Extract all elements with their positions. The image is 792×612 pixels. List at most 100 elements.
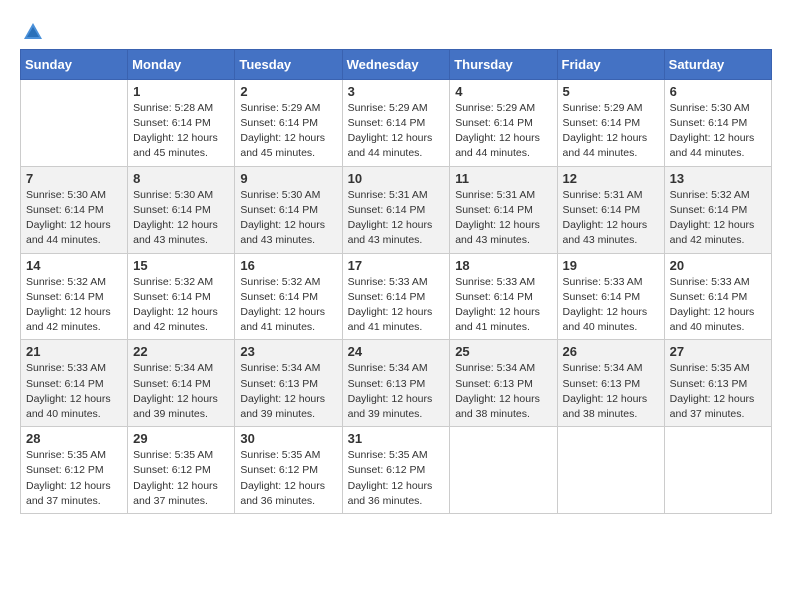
calendar-cell: 3 Sunrise: 5:29 AM Sunset: 6:14 PM Daylig…	[342, 79, 450, 166]
day-number: 15	[133, 258, 229, 273]
day-info: Sunrise: 5:35 AM Sunset: 6:12 PM Dayligh…	[133, 448, 229, 509]
day-info: Sunrise: 5:32 AM Sunset: 6:14 PM Dayligh…	[133, 275, 229, 336]
day-number: 25	[455, 344, 551, 359]
day-number: 29	[133, 431, 229, 446]
calendar-table: SundayMondayTuesdayWednesdayThursdayFrid…	[20, 49, 772, 514]
day-number: 22	[133, 344, 229, 359]
day-info: Sunrise: 5:29 AM Sunset: 6:14 PM Dayligh…	[455, 101, 551, 162]
calendar-cell	[21, 79, 128, 166]
day-number: 2	[240, 84, 336, 99]
day-number: 14	[26, 258, 122, 273]
day-number: 16	[240, 258, 336, 273]
day-number: 3	[348, 84, 445, 99]
day-info: Sunrise: 5:33 AM Sunset: 6:14 PM Dayligh…	[348, 275, 445, 336]
calendar-cell	[664, 427, 771, 514]
day-number: 9	[240, 171, 336, 186]
day-number: 11	[455, 171, 551, 186]
day-number: 17	[348, 258, 445, 273]
calendar-cell: 11Sunrise: 5:31 AM Sunset: 6:14 PM Dayli…	[450, 166, 557, 253]
day-info: Sunrise: 5:35 AM Sunset: 6:12 PM Dayligh…	[240, 448, 336, 509]
day-number: 27	[670, 344, 766, 359]
day-number: 30	[240, 431, 336, 446]
header-wednesday: Wednesday	[342, 49, 450, 79]
calendar-cell: 24Sunrise: 5:34 AM Sunset: 6:13 PM Dayli…	[342, 340, 450, 427]
calendar-cell: 28 Sunrise: 5:35 AM Sunset: 6:12 PM Dayli…	[21, 427, 128, 514]
day-info: Sunrise: 5:30 AM Sunset: 6:14 PM Dayligh…	[26, 188, 122, 249]
day-info: Sunrise: 5:32 AM Sunset: 6:14 PM Dayligh…	[26, 275, 122, 336]
calendar-cell: 15 Sunrise: 5:32 AM Sunset: 6:14 PM Dayli…	[128, 253, 235, 340]
day-info: Sunrise: 5:34 AM Sunset: 6:13 PM Dayligh…	[240, 361, 336, 422]
day-number: 20	[670, 258, 766, 273]
calendar-cell: 18 Sunrise: 5:33 AM Sunset: 6:14 PM Dayli…	[450, 253, 557, 340]
day-number: 10	[348, 171, 445, 186]
day-number: 13	[670, 171, 766, 186]
day-info: Sunrise: 5:31 AM Sunset: 6:14 PM Dayligh…	[563, 188, 659, 249]
calendar-cell: 22 Sunrise: 5:34 AM Sunset: 6:14 PM Dayli…	[128, 340, 235, 427]
day-info: Sunrise: 5:35 AM Sunset: 6:12 PM Dayligh…	[26, 448, 122, 509]
day-info: Sunrise: 5:34 AM Sunset: 6:13 PM Dayligh…	[563, 361, 659, 422]
day-info: Sunrise: 5:30 AM Sunset: 6:14 PM Dayligh…	[670, 101, 766, 162]
day-number: 6	[670, 84, 766, 99]
calendar-cell: 2 Sunrise: 5:29 AM Sunset: 6:14 PM Daylig…	[235, 79, 342, 166]
calendar-cell: 9 Sunrise: 5:30 AM Sunset: 6:14 PM Daylig…	[235, 166, 342, 253]
day-info: Sunrise: 5:33 AM Sunset: 6:14 PM Dayligh…	[455, 275, 551, 336]
logo-icon	[22, 21, 44, 43]
header-saturday: Saturday	[664, 49, 771, 79]
day-info: Sunrise: 5:33 AM Sunset: 6:14 PM Dayligh…	[563, 275, 659, 336]
calendar-cell	[557, 427, 664, 514]
calendar-cell: 14 Sunrise: 5:32 AM Sunset: 6:14 PM Dayli…	[21, 253, 128, 340]
day-number: 19	[563, 258, 659, 273]
day-info: Sunrise: 5:33 AM Sunset: 6:14 PM Dayligh…	[26, 361, 122, 422]
calendar-cell: 17 Sunrise: 5:33 AM Sunset: 6:14 PM Dayli…	[342, 253, 450, 340]
logo	[20, 20, 44, 41]
day-info: Sunrise: 5:34 AM Sunset: 6:14 PM Dayligh…	[133, 361, 229, 422]
day-info: Sunrise: 5:32 AM Sunset: 6:14 PM Dayligh…	[240, 275, 336, 336]
calendar-cell: 20 Sunrise: 5:33 AM Sunset: 6:14 PM Dayli…	[664, 253, 771, 340]
day-info: Sunrise: 5:32 AM Sunset: 6:14 PM Dayligh…	[670, 188, 766, 249]
day-number: 24	[348, 344, 445, 359]
day-info: Sunrise: 5:30 AM Sunset: 6:14 PM Dayligh…	[240, 188, 336, 249]
logo-text-general	[20, 20, 44, 43]
calendar-cell: 5 Sunrise: 5:29 AM Sunset: 6:14 PM Daylig…	[557, 79, 664, 166]
calendar-cell: 13 Sunrise: 5:32 AM Sunset: 6:14 PM Dayli…	[664, 166, 771, 253]
day-number: 31	[348, 431, 445, 446]
header-tuesday: Tuesday	[235, 49, 342, 79]
day-info: Sunrise: 5:31 AM Sunset: 6:14 PM Dayligh…	[348, 188, 445, 249]
calendar-cell: 10 Sunrise: 5:31 AM Sunset: 6:14 PM Dayli…	[342, 166, 450, 253]
day-info: Sunrise: 5:35 AM Sunset: 6:13 PM Dayligh…	[670, 361, 766, 422]
day-number: 1	[133, 84, 229, 99]
day-info: Sunrise: 5:29 AM Sunset: 6:14 PM Dayligh…	[563, 101, 659, 162]
day-info: Sunrise: 5:29 AM Sunset: 6:14 PM Dayligh…	[348, 101, 445, 162]
header-monday: Monday	[128, 49, 235, 79]
day-number: 8	[133, 171, 229, 186]
day-number: 18	[455, 258, 551, 273]
day-number: 26	[563, 344, 659, 359]
calendar-week-row: 21 Sunrise: 5:33 AM Sunset: 6:14 PM Dayli…	[21, 340, 772, 427]
day-number: 28	[26, 431, 122, 446]
day-info: Sunrise: 5:35 AM Sunset: 6:12 PM Dayligh…	[348, 448, 445, 509]
calendar-cell: 6 Sunrise: 5:30 AM Sunset: 6:14 PM Daylig…	[664, 79, 771, 166]
calendar-cell: 27 Sunrise: 5:35 AM Sunset: 6:13 PM Dayli…	[664, 340, 771, 427]
calendar-week-row: 7Sunrise: 5:30 AM Sunset: 6:14 PM Daylig…	[21, 166, 772, 253]
calendar-cell: 7Sunrise: 5:30 AM Sunset: 6:14 PM Daylig…	[21, 166, 128, 253]
calendar-week-row: 1 Sunrise: 5:28 AM Sunset: 6:14 PM Daylig…	[21, 79, 772, 166]
calendar-header-row: SundayMondayTuesdayWednesdayThursdayFrid…	[21, 49, 772, 79]
calendar-cell: 25 Sunrise: 5:34 AM Sunset: 6:13 PM Dayli…	[450, 340, 557, 427]
day-number: 12	[563, 171, 659, 186]
header-friday: Friday	[557, 49, 664, 79]
day-info: Sunrise: 5:29 AM Sunset: 6:14 PM Dayligh…	[240, 101, 336, 162]
calendar-cell: 16 Sunrise: 5:32 AM Sunset: 6:14 PM Dayli…	[235, 253, 342, 340]
day-info: Sunrise: 5:28 AM Sunset: 6:14 PM Dayligh…	[133, 101, 229, 162]
day-number: 5	[563, 84, 659, 99]
calendar-week-row: 14 Sunrise: 5:32 AM Sunset: 6:14 PM Dayli…	[21, 253, 772, 340]
calendar-cell: 1 Sunrise: 5:28 AM Sunset: 6:14 PM Daylig…	[128, 79, 235, 166]
calendar-cell	[450, 427, 557, 514]
day-info: Sunrise: 5:34 AM Sunset: 6:13 PM Dayligh…	[455, 361, 551, 422]
calendar-cell: 23 Sunrise: 5:34 AM Sunset: 6:13 PM Dayli…	[235, 340, 342, 427]
day-number: 21	[26, 344, 122, 359]
day-number: 23	[240, 344, 336, 359]
calendar-cell: 30 Sunrise: 5:35 AM Sunset: 6:12 PM Dayli…	[235, 427, 342, 514]
calendar-cell: 8 Sunrise: 5:30 AM Sunset: 6:14 PM Daylig…	[128, 166, 235, 253]
day-info: Sunrise: 5:33 AM Sunset: 6:14 PM Dayligh…	[670, 275, 766, 336]
day-info: Sunrise: 5:30 AM Sunset: 6:14 PM Dayligh…	[133, 188, 229, 249]
